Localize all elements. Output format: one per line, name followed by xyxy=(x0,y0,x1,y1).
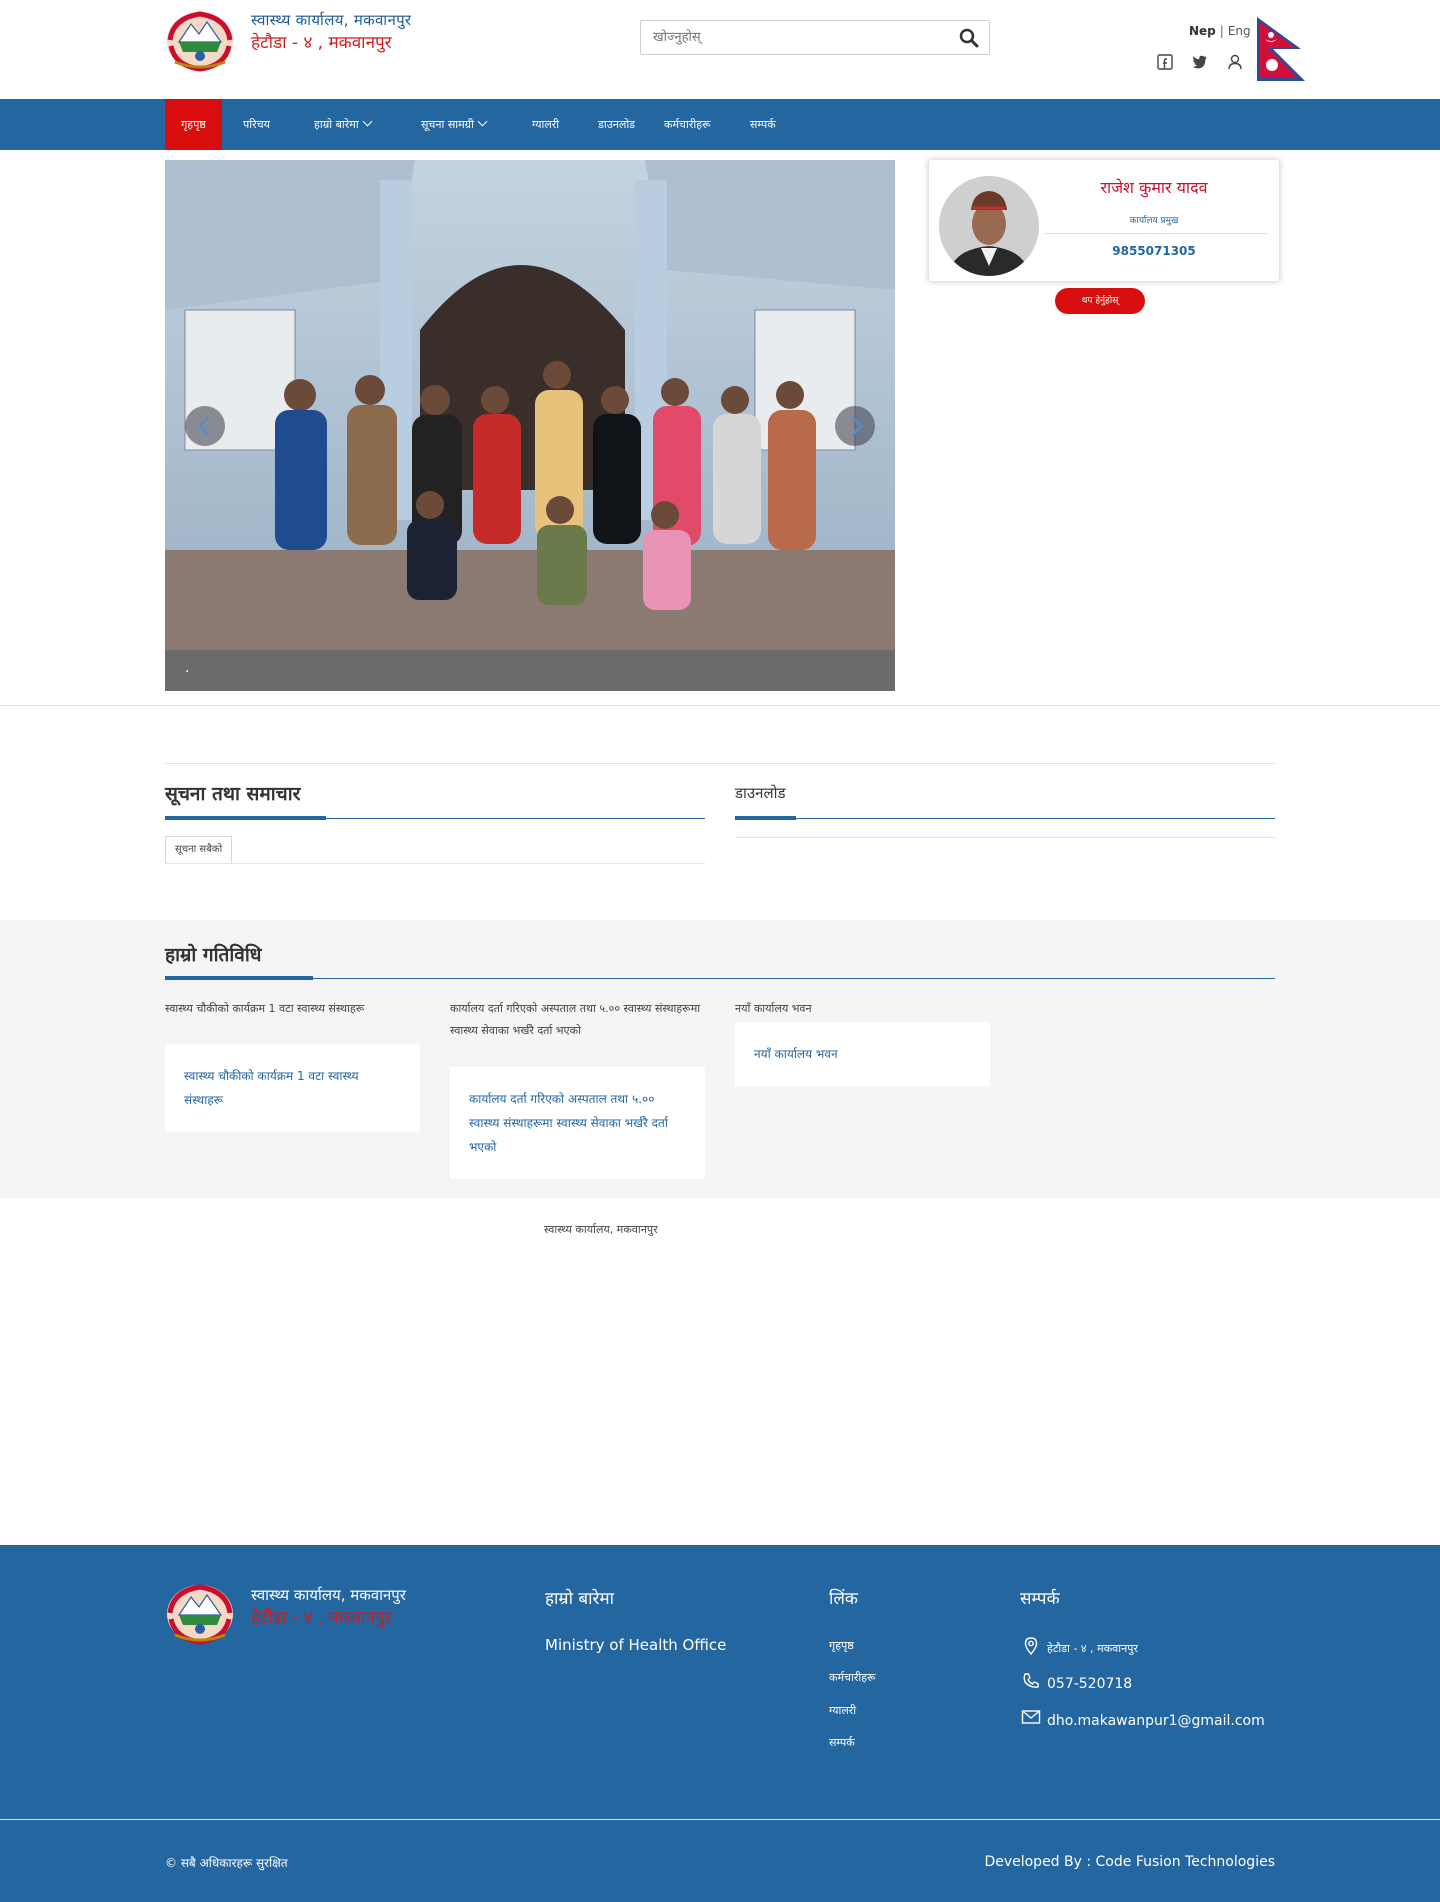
twitter-icon[interactable] xyxy=(1191,53,1209,71)
copyright-text: © सबै अधिकारहरू सुरक्षित xyxy=(165,1856,288,1870)
chevron-down-icon xyxy=(362,116,373,127)
notices-heading: सूचना तथा समाचार xyxy=(165,783,301,805)
slide-photo xyxy=(165,160,895,650)
news-image-alt: स्वास्थ्य चौकीको कार्यक्रम 1 वटा स्वास्थ… xyxy=(165,1002,365,1015)
heading-underline xyxy=(735,818,1275,819)
nav-item-download[interactable]: डाउनलोड xyxy=(598,99,635,150)
nav-item-intro[interactable]: परिचय xyxy=(243,99,270,150)
chevron-down-icon xyxy=(477,116,488,127)
language-switcher: Nep | Eng xyxy=(1189,24,1251,38)
footer-about-text: Ministry of Health Office xyxy=(545,1636,727,1654)
footer-divider xyxy=(0,1819,1440,1820)
footer-contact-heading: सम्पर्क xyxy=(1020,1589,1060,1609)
nepal-government-emblem xyxy=(165,1583,235,1645)
site-subtitle: हेटौडा - ४ , मकवानपुर xyxy=(251,33,392,53)
facebook-embed-label: स्वास्थ्य कार्यालय, मकवानपुर xyxy=(544,1223,658,1236)
tab-bar-border xyxy=(165,863,705,864)
news-link[interactable]: कार्यालय दर्ता गरिएको अस्पताल तथा ५.०० स… xyxy=(469,1087,686,1159)
news-image-alt: नयाँ कार्यालय भवन xyxy=(735,1002,812,1015)
heading-accent xyxy=(735,816,796,820)
more-button[interactable]: थप हेर्नुहोस् xyxy=(1055,288,1145,314)
footer-links-heading: लिंक xyxy=(829,1589,858,1609)
news-link[interactable]: नयाँ कार्यालय भवन xyxy=(754,1042,971,1066)
chief-avatar xyxy=(939,176,1039,276)
lang-nepali-link[interactable]: Nep xyxy=(1189,24,1216,38)
downloads-heading: डाउनलोड xyxy=(735,784,786,802)
news-card: कार्यालय दर्ता गरिएको अस्पताल तथा ५.०० स… xyxy=(450,1067,705,1179)
slide-caption-bar: . xyxy=(165,650,895,691)
nav-item-about-label: हाम्रो बारेमा xyxy=(314,118,359,131)
nav-item-publications-label: सूचना सामग्री xyxy=(421,118,474,131)
nav-item-home[interactable]: गृहपृष्ठ xyxy=(165,99,222,150)
section-top-border xyxy=(165,763,1275,764)
nav-item-staff[interactable]: कर्मचारीहरू xyxy=(664,99,711,150)
divider xyxy=(1044,233,1268,234)
nav-item-gallery[interactable]: ग्यालरी xyxy=(532,99,559,150)
nav-item-about[interactable]: हाम्रो बारेमा xyxy=(314,99,373,150)
image-slider: . xyxy=(165,160,895,691)
nav-item-publications[interactable]: सूचना सामग्री xyxy=(421,99,488,150)
chief-phone: 9855071305 xyxy=(1112,244,1196,258)
slide-caption: . xyxy=(185,660,190,676)
footer-about-heading: हाम्रो बारेमा xyxy=(545,1589,615,1609)
nepal-government-emblem xyxy=(165,10,235,72)
nav-item-contact[interactable]: सम्पर्क xyxy=(750,99,776,150)
location-pin-icon xyxy=(1021,1636,1041,1656)
news-card: नयाँ कार्यालय भवन xyxy=(735,1022,990,1086)
chief-name: राजेश कुमार यादव xyxy=(1100,178,1208,197)
news-card: स्वास्थ्य चौकीको कार्यक्रम 1 वटा स्वास्थ… xyxy=(165,1044,420,1132)
search-box xyxy=(640,20,990,55)
office-chief-card: राजेश कुमार यादव कार्यालय प्रमुख 9855071… xyxy=(929,160,1279,281)
lang-english-link[interactable]: Eng xyxy=(1228,24,1251,38)
footer-email[interactable]: dho.makawanpur1@gmail.com xyxy=(1047,1713,1265,1729)
heading-accent xyxy=(165,976,313,980)
main-navigation: गृहपृष्ठ परिचय हाम्रो बारेमा सूचना सामग्… xyxy=(0,99,1440,150)
footer-site-title: स्वास्थ्य कार्यालय, मकवानपुर xyxy=(251,1586,406,1604)
developer-credit[interactable]: Developed By : Code Fusion Technologies xyxy=(984,1854,1275,1870)
news-image-alt: कार्यालय दर्ता गरिएको अस्पताल तथा ५.०० स… xyxy=(450,1002,701,1037)
site-title: स्वास्थ्य कार्यालय, मकवानपुर xyxy=(251,11,412,29)
chief-role: कार्यालय प्रमुख xyxy=(1129,216,1179,226)
footer-site-subtitle: हेटौडा - ४ , मकवानपुर xyxy=(251,1608,392,1628)
footer-address: हेटौडा - ४ , मकवानपुर xyxy=(1047,1642,1138,1655)
phone-icon xyxy=(1021,1671,1041,1691)
activities-heading: हाम्रो गतिविधि xyxy=(165,944,262,966)
mail-icon xyxy=(1021,1707,1041,1727)
section-divider xyxy=(0,705,1440,706)
footer-phone: 057-520718 xyxy=(1047,1676,1133,1692)
user-icon[interactable] xyxy=(1226,53,1244,71)
search-input[interactable] xyxy=(641,21,941,54)
downloads-list-border xyxy=(735,837,1275,838)
site-header: स्वास्थ्य कार्यालय, मकवानपुर हेटौडा - ४ … xyxy=(0,0,1440,99)
footer-link-home[interactable]: गृहपृष्ठ xyxy=(829,1638,854,1653)
news-link[interactable]: स्वास्थ्य चौकीको कार्यक्रम 1 वटा स्वास्थ… xyxy=(184,1064,401,1112)
slider-prev-button[interactable] xyxy=(185,406,225,446)
heading-underline xyxy=(165,978,1275,979)
footer-link-staff[interactable]: कर्मचारीहरू xyxy=(829,1670,876,1685)
heading-accent xyxy=(165,816,326,820)
slider-next-button[interactable] xyxy=(835,406,875,446)
nepal-flag-icon xyxy=(1255,15,1307,83)
footer-link-gallery[interactable]: ग्यालरी xyxy=(829,1703,856,1718)
facebook-icon[interactable] xyxy=(1156,53,1174,71)
tab-all-notices[interactable]: सूचना सबैको xyxy=(165,836,233,863)
search-icon[interactable] xyxy=(959,28,979,48)
footer-link-contact[interactable]: सम्पर्क xyxy=(829,1735,855,1750)
